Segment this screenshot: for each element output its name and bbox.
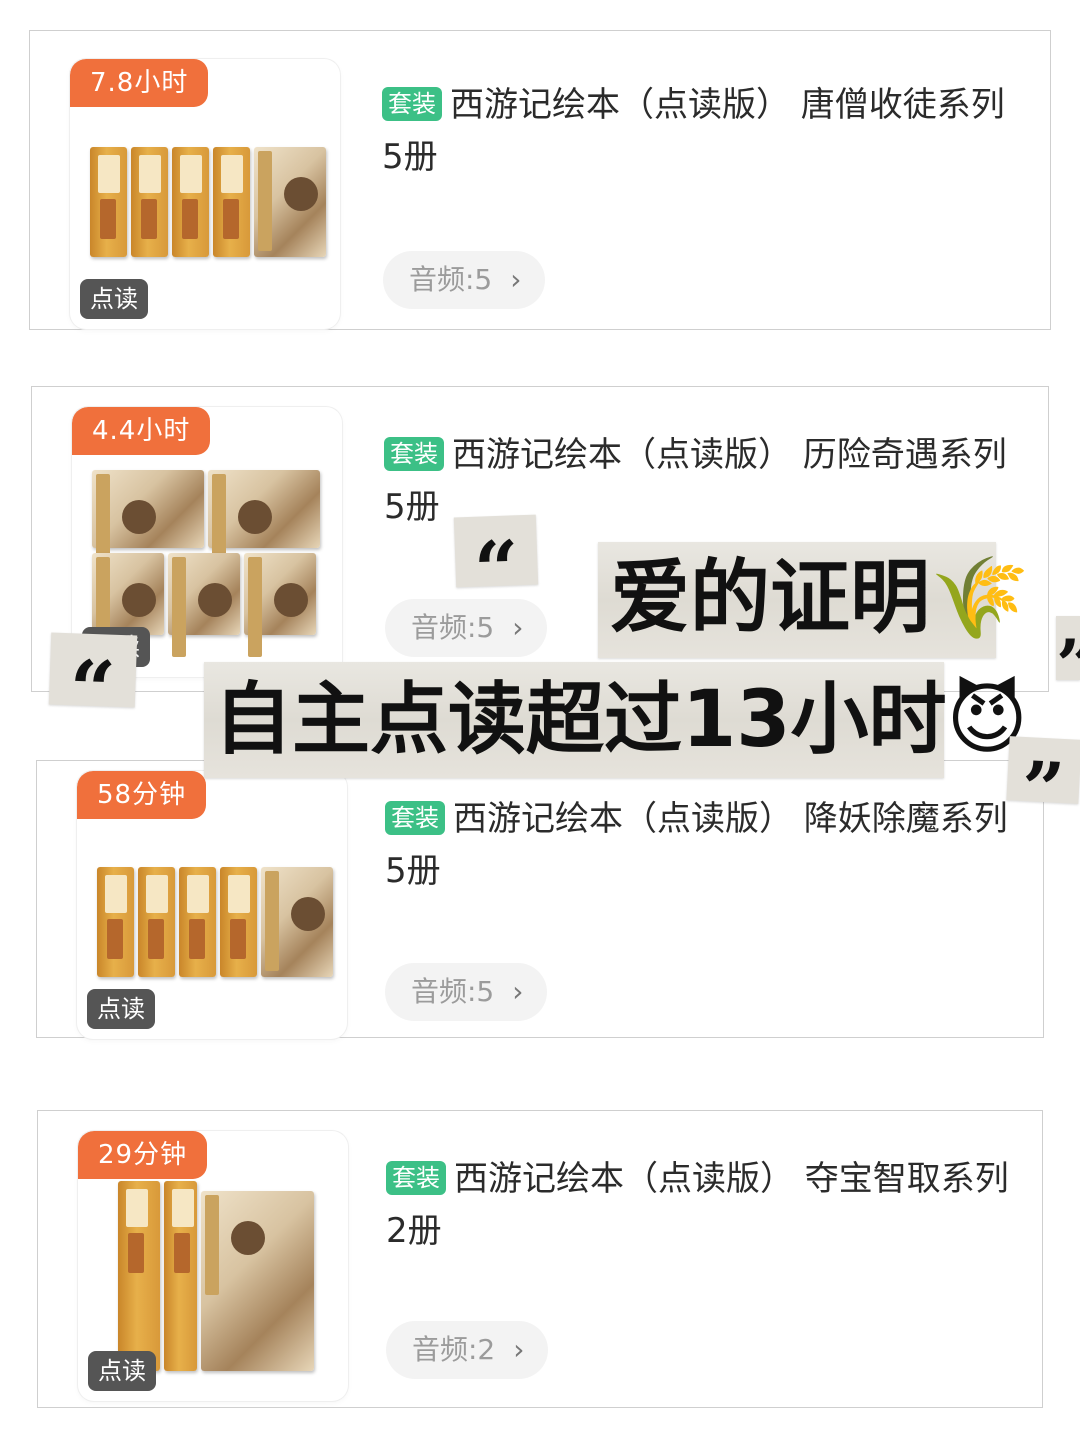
set-tag: 套装 bbox=[384, 437, 444, 471]
album-card[interactable]: 7.8小时 点读 套装 西游记绘本（点读版） 唐僧收徒系列 5册 音频:5 › bbox=[29, 30, 1051, 330]
set-tag: 套装 bbox=[386, 1161, 446, 1195]
audio-count: 音频:5 bbox=[411, 975, 495, 1008]
audio-count-button[interactable]: 音频:5 › bbox=[385, 963, 548, 1021]
set-tag: 套装 bbox=[385, 801, 445, 835]
album-title[interactable]: 套装 西游记绘本（点读版） 夺宝智取系列 2册 bbox=[386, 1153, 1026, 1257]
chevron-right-icon: › bbox=[510, 263, 522, 296]
album-title[interactable]: 套装 西游记绘本（点读版） 唐僧收徒系列 5册 bbox=[382, 79, 1022, 183]
close-quote-sticker: ” bbox=[1056, 616, 1080, 680]
open-quote-mark: “ bbox=[67, 642, 117, 738]
close-quote-mark: ” bbox=[1019, 745, 1067, 835]
album-title-text: 西游记绘本（点读版） 唐僧收徒系列 5册 bbox=[382, 85, 1005, 177]
close-quote-mark: ” bbox=[1056, 624, 1080, 680]
point-read-badge: 点读 bbox=[87, 989, 155, 1029]
duration-badge: 4.4小时 bbox=[72, 407, 211, 455]
duration-badge: 29分钟 bbox=[78, 1131, 208, 1179]
audio-count-button[interactable]: 音频:5 › bbox=[385, 599, 548, 657]
album-cover[interactable]: 7.8小时 点读 bbox=[70, 59, 340, 329]
caption-line-1: 爱的证明🌾 bbox=[610, 551, 1030, 644]
open-quote-sticker: “ bbox=[453, 514, 539, 617]
cover-image bbox=[118, 1181, 318, 1371]
open-quote-mark: “ bbox=[472, 524, 521, 617]
cover-image bbox=[92, 465, 332, 657]
album-cover[interactable]: 58分钟 点读 bbox=[77, 771, 347, 1039]
caption-line-2: 自主点读超过13小时😈 bbox=[214, 675, 1028, 765]
set-tag: 套装 bbox=[382, 87, 442, 121]
audio-count-button[interactable]: 音频:5 › bbox=[383, 251, 546, 309]
album-title-text: 西游记绘本（点读版） 历险奇遇系列 5册 bbox=[384, 435, 1007, 527]
album-title-text: 西游记绘本（点读版） 降妖除魔系列 5册 bbox=[385, 799, 1008, 891]
cover-image bbox=[90, 137, 330, 257]
album-card[interactable]: 29分钟 点读 套装 西游记绘本（点读版） 夺宝智取系列 2册 音频:2 › bbox=[37, 1110, 1043, 1408]
duration-badge: 7.8小时 bbox=[70, 59, 209, 107]
album-card[interactable]: 58分钟 点读 套装 西游记绘本（点读版） 降妖除魔系列 5册 音频:5 › bbox=[36, 760, 1044, 1039]
chevron-right-icon: › bbox=[512, 975, 524, 1008]
chevron-right-icon: › bbox=[513, 1333, 525, 1366]
point-read-badge: 点读 bbox=[80, 279, 148, 319]
chevron-right-icon: › bbox=[512, 611, 524, 644]
point-read-badge: 点读 bbox=[88, 1351, 156, 1391]
duration-badge: 58分钟 bbox=[77, 771, 207, 819]
album-title[interactable]: 套装 西游记绘本（点读版） 降妖除魔系列 5册 bbox=[385, 793, 1025, 897]
album-title-text: 西游记绘本（点读版） 夺宝智取系列 2册 bbox=[386, 1159, 1009, 1251]
close-quote-sticker: ” bbox=[1006, 736, 1080, 834]
audio-count: 音频:5 bbox=[409, 263, 493, 296]
audio-count: 音频:2 bbox=[412, 1333, 496, 1366]
audio-count-button[interactable]: 音频:2 › bbox=[386, 1321, 549, 1379]
open-quote-sticker: “ bbox=[48, 632, 138, 738]
album-cover[interactable]: 29分钟 点读 bbox=[78, 1131, 348, 1401]
cover-image bbox=[97, 857, 337, 977]
